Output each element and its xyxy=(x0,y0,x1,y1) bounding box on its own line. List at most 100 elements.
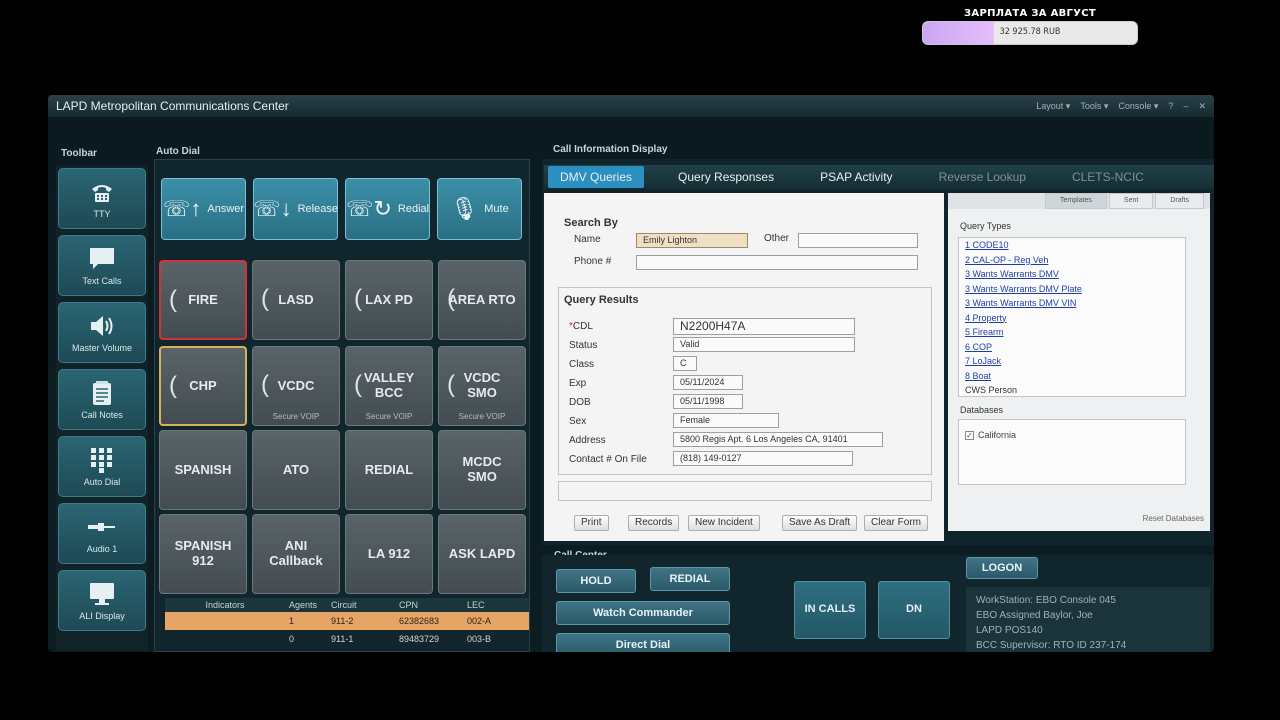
speed-dial-button[interactable]: (VALLEY BCC Secure VOIP xyxy=(345,346,433,426)
result-value[interactable]: N2200H47A xyxy=(673,318,855,335)
toolbar-master-volume-button[interactable]: Master Volume xyxy=(58,302,146,363)
speed-dial-label: CHP xyxy=(189,377,217,393)
speed-dial-button[interactable]: (LAX PD xyxy=(345,260,433,340)
app-title: LAPD Metropolitan Communications Center xyxy=(56,99,289,113)
tab-sent[interactable]: Sent xyxy=(1108,193,1154,209)
tab-query-responses[interactable]: Query Responses xyxy=(666,166,786,188)
speed-dial-button[interactable]: ASK LAPD xyxy=(438,514,526,594)
result-value[interactable]: 5800 Regis Apt. 6 Los Angeles CA, 91401 xyxy=(673,432,883,447)
query-type-item[interactable]: 8 Boat xyxy=(959,369,1185,384)
speed-dial-button[interactable]: (VCDC SMO Secure VOIP xyxy=(438,346,526,426)
redial-top-button[interactable]: ☏↻ Redial xyxy=(345,178,430,240)
query-type-item[interactable]: 4 Property xyxy=(959,311,1185,326)
result-value[interactable]: 05/11/2024 xyxy=(673,375,743,390)
toolbar-item-label: Master Volume xyxy=(71,342,133,353)
query-type-item[interactable]: 1 CODE10 xyxy=(959,238,1185,253)
speed-dial-button[interactable]: MCDC SMO xyxy=(438,430,526,510)
result-value[interactable]: C xyxy=(673,356,697,371)
query-type-item[interactable]: 5 Firearm xyxy=(959,325,1185,340)
speed-dial-button[interactable]: (VCDC Secure VOIP xyxy=(252,346,340,426)
dn-button[interactable]: DN xyxy=(878,581,950,639)
release-button[interactable]: ☏↓ Release xyxy=(253,178,338,240)
toolbar-ali-display-button[interactable]: ALI Display xyxy=(58,570,146,631)
query-type-item[interactable]: 3 Wants Warrants DMV xyxy=(959,267,1185,282)
records-button[interactable]: Records xyxy=(628,515,680,531)
tab-clets-ncic[interactable]: CLETS-NCIC xyxy=(1060,166,1156,188)
other-field[interactable] xyxy=(798,233,918,248)
cid-tabs: DMV Queries Query Responses PSAP Activit… xyxy=(544,165,1214,189)
name-field[interactable]: Emily Lighton xyxy=(636,233,748,248)
toolbar-tty-button[interactable]: TTY xyxy=(58,168,146,229)
speed-dial-button[interactable]: SPANISH xyxy=(159,430,247,510)
result-value[interactable]: Female xyxy=(673,413,779,428)
speed-dial-button[interactable]: LA 912 xyxy=(345,514,433,594)
toolbar-text-calls-button[interactable]: Text Calls xyxy=(58,235,146,296)
speed-dial-label: LASD xyxy=(278,291,314,307)
help-icon[interactable]: ? xyxy=(1168,101,1173,111)
in-calls-button[interactable]: IN CALLS xyxy=(794,581,866,639)
logon-button[interactable]: LOGON xyxy=(966,557,1038,579)
cell-circuit: 911-1 xyxy=(331,634,354,644)
tab-reverse-lookup[interactable]: Reverse Lookup xyxy=(927,166,1038,188)
checkbox-icon[interactable]: ✓ xyxy=(965,430,974,440)
clear-form-button[interactable]: Clear Form xyxy=(864,515,929,531)
result-label: Address xyxy=(569,435,606,446)
result-value[interactable]: 05/11/1998 xyxy=(673,394,743,409)
print-button[interactable]: Print xyxy=(574,515,609,531)
speed-dial-button[interactable]: SPANISH 912 xyxy=(159,514,247,594)
result-value[interactable]: Valid xyxy=(673,337,855,352)
speed-dial-button[interactable]: (AREA RTO xyxy=(438,260,526,340)
phone-icon: ( xyxy=(447,285,455,312)
query-types-label: Query Types xyxy=(960,221,1011,231)
phone-redial-icon: ☏↻ xyxy=(345,196,392,221)
result-label-text: CDL xyxy=(572,321,593,332)
hold-button[interactable]: HOLD xyxy=(556,569,636,593)
speed-dial-label: REDIAL xyxy=(364,461,414,477)
table-row[interactable]: 1 911-2 62382683 002-A xyxy=(165,612,529,630)
tab-dmv-queries[interactable]: DMV Queries xyxy=(548,166,645,188)
table-row[interactable]: 0 911-1 89483729 003-B xyxy=(165,630,529,648)
query-type-item[interactable]: 3 Wants Warrants DMV Plate xyxy=(959,282,1185,297)
phone-field[interactable] xyxy=(636,255,918,270)
toolbar-audio-button[interactable]: Audio 1 xyxy=(58,503,146,564)
speed-dial-button[interactable]: REDIAL xyxy=(345,430,433,510)
toolbar-auto-dial-button[interactable]: Auto Dial xyxy=(58,436,146,497)
query-type-item[interactable]: 6 COP xyxy=(959,340,1185,355)
answer-button[interactable]: ☏↑ Answer xyxy=(161,178,246,240)
watch-commander-button[interactable]: Watch Commander xyxy=(556,601,730,625)
cell-indicator xyxy=(165,612,285,630)
reset-databases-button[interactable]: Reset Databases xyxy=(1143,514,1204,523)
speed-dial-button[interactable]: (CHP xyxy=(159,346,247,426)
cell-cpn: 89483729 xyxy=(399,634,440,644)
result-value[interactable]: (818) 149-0127 xyxy=(673,451,853,466)
result-label: Status xyxy=(569,340,597,351)
close-icon[interactable]: ✕ xyxy=(1198,101,1206,112)
toolbar-item-label: ALI Display xyxy=(79,610,125,621)
speed-dial-button[interactable]: (FIRE xyxy=(159,260,247,340)
query-type-item[interactable]: 7 LoJack xyxy=(959,354,1185,369)
speed-dial-label: LAX PD xyxy=(365,291,413,307)
mute-button[interactable]: 🎙 Mute xyxy=(437,178,522,240)
menu-console[interactable]: Console ▾ xyxy=(1118,101,1158,112)
minimize-icon[interactable]: – xyxy=(1183,101,1188,111)
tab-templates[interactable]: Templates xyxy=(1045,193,1107,209)
redial-button[interactable]: REDIAL xyxy=(650,567,730,591)
save-draft-button[interactable]: Save As Draft xyxy=(782,515,858,531)
query-type-item[interactable]: 2 CAL-OP - Reg Veh xyxy=(959,253,1185,268)
new-incident-button[interactable]: New Incident xyxy=(688,515,760,531)
speed-dial-button[interactable]: (LASD xyxy=(252,260,340,340)
database-item-california[interactable]: ✓ California xyxy=(965,430,1016,440)
direct-dial-button[interactable]: Direct Dial xyxy=(556,633,730,652)
tab-psap-activity[interactable]: PSAP Activity xyxy=(808,166,904,188)
query-type-item[interactable]: CWS Person xyxy=(959,383,1185,396)
ws-line: EBO Assigned Baylor, Joe xyxy=(976,610,1093,621)
menu-layout[interactable]: Layout ▾ xyxy=(1036,101,1070,112)
toolbar-call-notes-button[interactable]: Call Notes xyxy=(58,369,146,430)
speed-dial-button[interactable]: ANI Callback xyxy=(252,514,340,594)
tab-drafts[interactable]: Drafts xyxy=(1155,193,1204,209)
notes-field[interactable] xyxy=(558,481,932,501)
menu-tools[interactable]: Tools ▾ xyxy=(1080,101,1108,112)
query-type-item[interactable]: 3 Wants Warrants DMV VIN xyxy=(959,296,1185,311)
col-indicators: Indicators xyxy=(165,598,285,612)
speed-dial-button[interactable]: ATO xyxy=(252,430,340,510)
